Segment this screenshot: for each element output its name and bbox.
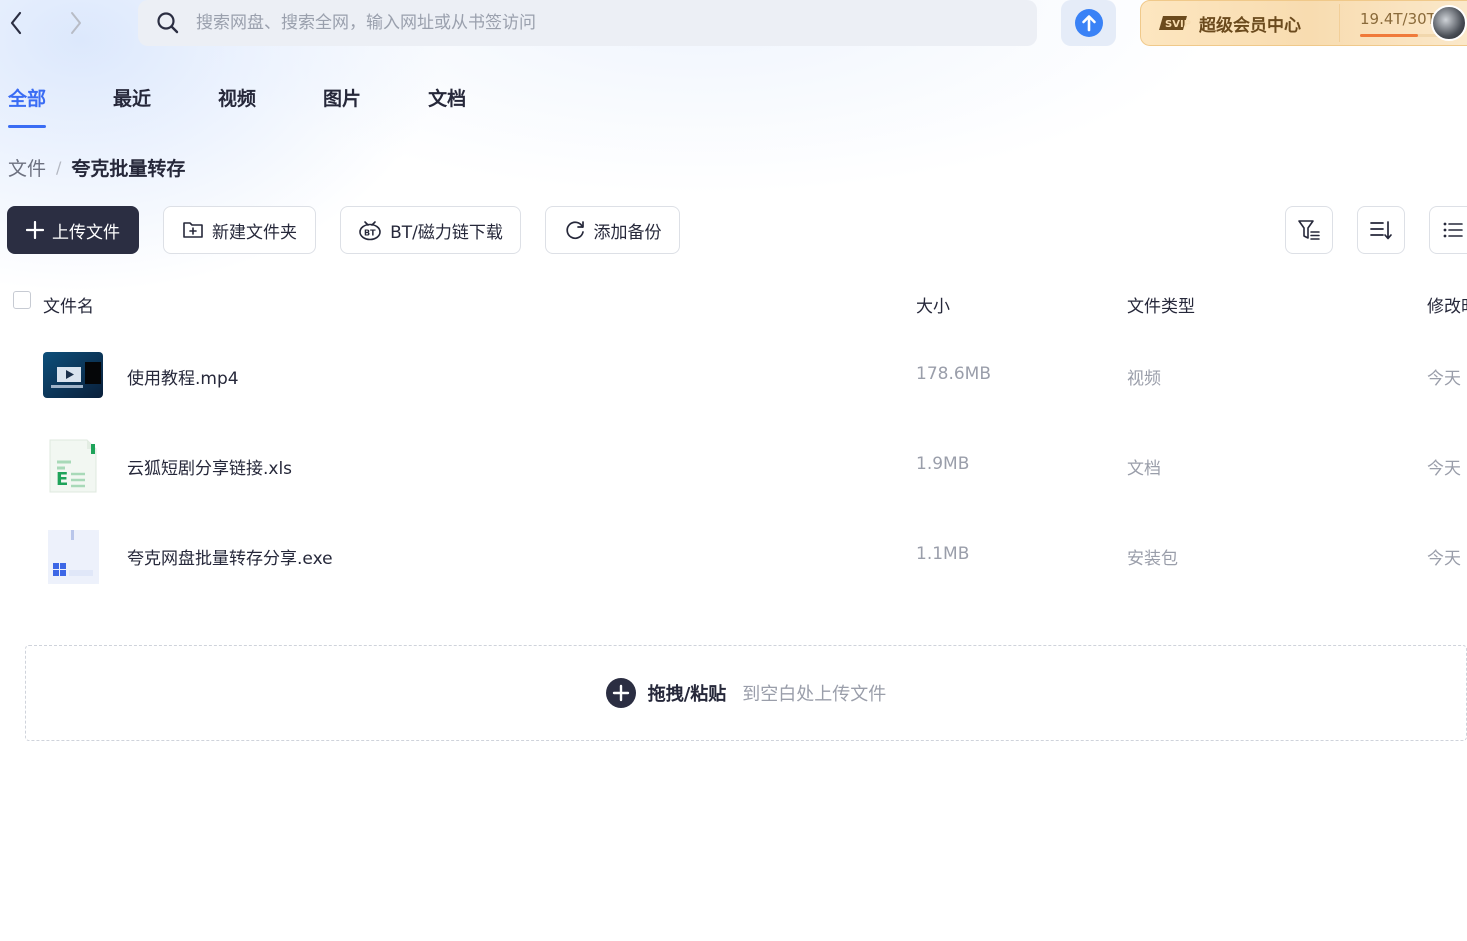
tab-image[interactable]: 图片 — [323, 84, 361, 128]
file-size: 1.1MB — [916, 544, 970, 564]
folder-plus-icon — [183, 222, 203, 238]
column-header-size[interactable]: 大小 — [916, 292, 950, 317]
dropzone-hint: 到空白处上传文件 — [742, 684, 887, 705]
vip-panel: SVIP 超级会员中心 19.4T/30T — [1140, 0, 1467, 46]
file-type: 安装包 — [1127, 549, 1178, 569]
plus-icon — [26, 221, 44, 239]
add-backup-button[interactable]: 添加备份 — [545, 206, 680, 254]
avatar[interactable] — [1431, 5, 1467, 41]
tab-label: 图片 — [323, 88, 362, 110]
bt-download-button[interactable]: BT BT/磁力链下载 — [340, 206, 521, 254]
breadcrumb: 文件 / 夸克批量转存 — [8, 154, 185, 181]
svip-badge-icon: SVIP — [1159, 16, 1191, 30]
tab-video[interactable]: 视频 — [218, 84, 256, 128]
file-size: 1.9MB — [916, 454, 970, 474]
breadcrumb-root[interactable]: 文件 — [8, 154, 46, 181]
file-type: 文档 — [1127, 459, 1161, 479]
forward-button[interactable] — [62, 3, 90, 43]
vip-center-button[interactable]: SVIP 超级会员中心 — [1141, 1, 1339, 45]
filter-button[interactable] — [1285, 206, 1333, 254]
file-modified: 今天 — [1427, 369, 1461, 389]
tab-recent[interactable]: 最近 — [113, 84, 151, 128]
chevron-right-icon — [71, 12, 81, 34]
tab-all[interactable]: 全部 — [8, 84, 47, 128]
new-folder-button[interactable]: 新建文件夹 — [163, 206, 316, 254]
column-header-modified[interactable]: 修改时 — [1427, 292, 1467, 317]
category-tabs: 全部 最近 视频 图片 文档 — [8, 84, 533, 128]
tab-label: 视频 — [218, 88, 257, 110]
upload-button-label: 上传文件 — [52, 222, 120, 243]
plus-circle-icon — [605, 678, 636, 708]
file-row[interactable]: E 云狐短剧分享链接.xls 1.9MB 文档 今天 — [0, 420, 1467, 510]
storage-bar-fill — [1360, 33, 1419, 37]
breadcrumb-current: 夸克批量转存 — [71, 158, 186, 180]
file-name: 夸克网盘批量转存分享.exe — [127, 549, 333, 569]
excel-file-icon: E — [43, 439, 103, 493]
arrow-up-circle-icon — [1074, 9, 1103, 37]
file-type: 视频 — [1127, 369, 1161, 389]
tab-label: 最近 — [113, 88, 152, 110]
sort-icon — [1370, 221, 1392, 240]
transfer-button[interactable] — [1061, 0, 1116, 46]
svg-text:E: E — [56, 469, 68, 490]
file-modified: 今天 — [1427, 459, 1461, 479]
back-button[interactable] — [2, 3, 30, 43]
chevron-left-icon — [10, 11, 22, 35]
list-icon — [1443, 222, 1463, 238]
bt-icon: BT — [359, 221, 381, 241]
bt-download-label: BT/磁力链下载 — [390, 222, 503, 243]
search-icon — [157, 12, 179, 34]
tab-active-underline — [8, 125, 47, 128]
file-name: 使用教程.mp4 — [127, 369, 239, 389]
svg-text:BT: BT — [364, 229, 376, 238]
column-header-name[interactable]: 文件名 — [43, 292, 94, 317]
sort-button[interactable] — [1357, 206, 1405, 254]
add-backup-label: 添加备份 — [593, 222, 662, 243]
exe-file-icon — [43, 530, 103, 584]
vip-label: 超级会员中心 — [1199, 15, 1301, 36]
sync-icon — [565, 221, 584, 240]
video-thumbnail-icon — [43, 352, 103, 398]
search-bar — [138, 0, 1037, 46]
file-modified: 今天 — [1427, 549, 1461, 569]
column-header-type[interactable]: 文件类型 — [1127, 292, 1195, 317]
upload-dropzone[interactable]: 拖拽/粘贴 到空白处上传文件 — [25, 645, 1467, 741]
file-size: 178.6MB — [916, 364, 991, 384]
filter-icon — [1298, 220, 1320, 240]
tab-label: 文档 — [428, 88, 467, 110]
tab-label: 全部 — [8, 88, 47, 110]
dropzone-action: 拖拽/粘贴 — [647, 684, 727, 705]
svg-text:SVIP: SVIP — [1165, 19, 1191, 30]
select-all-checkbox[interactable] — [13, 291, 31, 309]
search-input[interactable] — [194, 12, 998, 34]
file-name: 云狐短剧分享链接.xls — [127, 459, 293, 479]
new-folder-label: 新建文件夹 — [212, 222, 297, 243]
breadcrumb-separator: / — [56, 158, 62, 177]
upload-button[interactable]: 上传文件 — [7, 206, 139, 254]
tab-document[interactable]: 文档 — [428, 84, 466, 128]
file-row[interactable]: 夸克网盘批量转存分享.exe 1.1MB 安装包 今天 — [0, 510, 1467, 600]
file-row[interactable]: 使用教程.mp4 178.6MB 视频 今天 — [0, 330, 1467, 420]
list-view-button[interactable] — [1429, 206, 1467, 254]
